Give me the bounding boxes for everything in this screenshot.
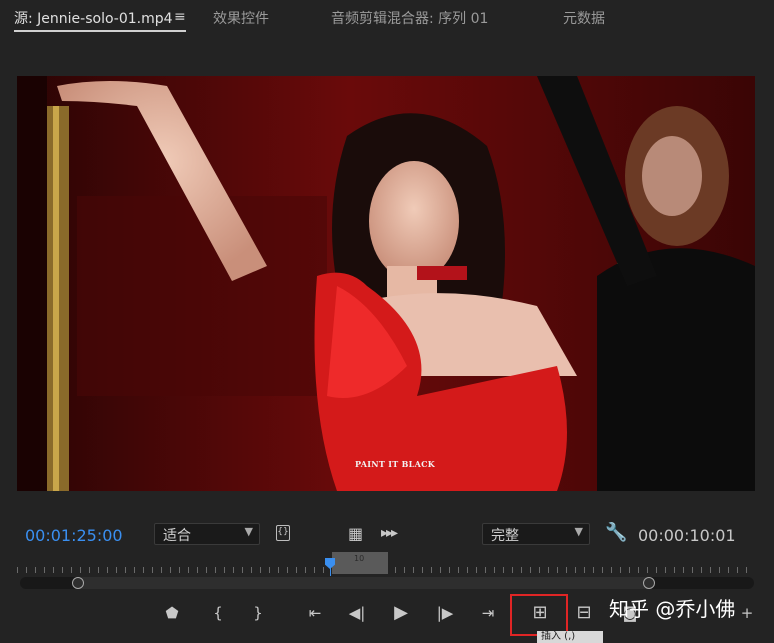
insert-tooltip: 插入 (,) <box>537 631 603 643</box>
step-forward-icon[interactable]: |▶ <box>433 604 457 622</box>
export-frame-icon[interactable]: {} <box>276 525 290 541</box>
drag-video-only-icon[interactable]: ▦ <box>348 524 363 543</box>
panel-menu-icon[interactable]: ≡ <box>174 9 186 25</box>
video-caption-text: PAINT IT BLACK <box>355 459 436 469</box>
zoom-handle-right[interactable] <box>643 577 655 589</box>
watermark-text: 知乎 @乔小佛 <box>609 597 736 621</box>
go-to-in-icon[interactable]: ⇤ <box>303 604 327 622</box>
current-timecode[interactable]: 00:01:25:00 <box>25 526 123 545</box>
chevron-down-icon: ▼ <box>574 525 583 538</box>
add-button-icon[interactable]: + <box>735 604 759 622</box>
in-out-range[interactable]: 10 <box>332 552 388 574</box>
video-frame-image <box>17 76 755 491</box>
mark-out-icon[interactable]: } <box>246 604 270 622</box>
tab-effect-controls[interactable]: 效果控件 <box>213 8 269 28</box>
active-tab-underline <box>14 30 186 32</box>
playhead-line <box>330 568 331 576</box>
mark-in-icon[interactable]: { <box>206 604 230 622</box>
go-to-out-icon[interactable]: ⇥ <box>476 604 500 622</box>
zoom-fit-select[interactable]: 适合 ▼ <box>154 523 260 545</box>
tab-audio-clip-mixer[interactable]: 音频剪辑混合器: 序列 01 <box>331 8 488 28</box>
overwrite-icon[interactable]: ⊟ <box>572 602 596 623</box>
add-marker-icon[interactable]: ⬟ <box>160 604 184 622</box>
highlight-box <box>510 594 568 636</box>
duration-timecode: 00:00:10:01 <box>638 526 736 545</box>
panel-tab-bar: 源: Jennie-solo-01.mp4 ≡ 效果控件 音频剪辑混合器: 序列… <box>0 0 774 40</box>
source-monitor-video[interactable]: PAINT IT BLACK <box>17 76 755 491</box>
tab-source[interactable]: 源: Jennie-solo-01.mp4 <box>14 8 173 28</box>
drag-audio-only-icon[interactable]: ▸▸▸ <box>381 525 398 541</box>
chevron-down-icon: ▼ <box>244 525 253 538</box>
in-out-range-label: 10 <box>354 554 365 563</box>
zoom-handle-left[interactable] <box>72 577 84 589</box>
play-icon[interactable]: ▶ <box>389 602 413 623</box>
step-back-icon[interactable]: ◀| <box>345 604 369 622</box>
zoom-scrollbar-thumb[interactable] <box>77 577 648 589</box>
wrench-settings-icon[interactable]: 🔧 <box>605 522 627 543</box>
zoom-fit-value: 适合 <box>163 528 191 544</box>
playback-resolution-value: 完整 <box>491 528 519 544</box>
tab-metadata[interactable]: 元数据 <box>563 8 605 28</box>
playback-resolution-select[interactable]: 完整 ▼ <box>482 523 590 545</box>
